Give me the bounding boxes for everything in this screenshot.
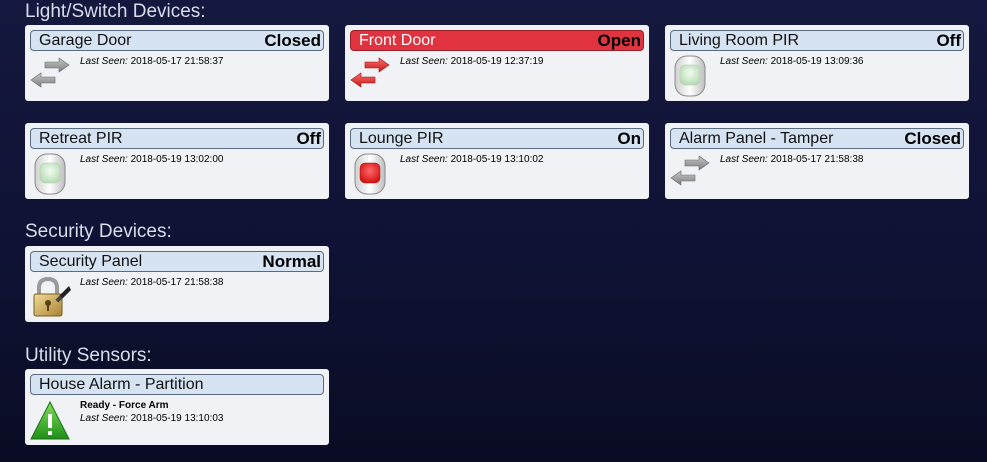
- card-header-alert: Front Door Open: [350, 30, 644, 51]
- pir-green-icon: [29, 153, 71, 195]
- last-seen: Last Seen: 2018-05-19 13:02:00: [80, 154, 224, 165]
- warning-triangle-icon: [29, 399, 71, 441]
- device-name: House Alarm - Partition: [39, 376, 204, 393]
- device-card-retreat-pir[interactable]: Retreat PIR Off Last Seen: 2018-05-19 13…: [25, 123, 329, 199]
- device-state: On: [617, 129, 641, 148]
- gray-arrows-icon: [29, 55, 71, 97]
- device-status: Ready - Force Arm: [80, 400, 169, 411]
- device-card-alarm-panel-tamper[interactable]: Alarm Panel - Tamper Closed Last Seen: 2…: [665, 123, 969, 199]
- last-seen-value: 2018-05-19 12:37:19: [450, 56, 544, 67]
- last-seen-value: 2018-05-19 13:02:00: [130, 154, 224, 165]
- padlock-icon: [29, 276, 71, 318]
- red-arrows-icon: [349, 55, 391, 97]
- card-header: Lounge PIR On: [350, 128, 644, 149]
- device-name: Alarm Panel - Tamper: [679, 130, 834, 147]
- last-seen: Last Seen: 2018-05-19 13:10:02: [400, 154, 544, 165]
- last-seen: Last Seen: 2018-05-19 13:09:36: [720, 56, 864, 67]
- device-card-front-door[interactable]: Front Door Open Last Seen: 2018-05-19 12…: [345, 25, 649, 101]
- card-header: Retreat PIR Off: [30, 128, 324, 149]
- last-seen-value: 2018-05-17 21:58:38: [130, 277, 224, 288]
- section-title-light-switch: Light/Switch Devices:: [25, 1, 206, 22]
- last-seen-value: 2018-05-19 13:10:02: [450, 154, 544, 165]
- last-seen: Last Seen: 2018-05-17 21:58:37: [80, 56, 224, 67]
- device-card-house-alarm-partition[interactable]: House Alarm - Partition Ready - Force Ar…: [25, 369, 329, 445]
- last-seen: Last Seen: 2018-05-19 12:37:19: [400, 56, 544, 67]
- device-state: Closed: [904, 129, 961, 148]
- device-name: Retreat PIR: [39, 130, 123, 147]
- last-seen: Last Seen: 2018-05-19 13:10:03: [80, 413, 224, 424]
- last-seen: Last Seen: 2018-05-17 21:58:38: [80, 277, 224, 288]
- section-title-security: Security Devices:: [25, 221, 172, 242]
- section-title-utility: Utility Sensors:: [25, 345, 152, 366]
- device-card-security-panel[interactable]: Security Panel Normal Last Seen: 2018-05…: [25, 246, 329, 322]
- device-name: Security Panel: [39, 253, 143, 270]
- device-card-lounge-pir[interactable]: Lounge PIR On Last Seen: 2018-05-19 13:1…: [345, 123, 649, 199]
- device-name: Lounge PIR: [359, 130, 444, 147]
- last-seen-value: 2018-05-17 21:58:38: [770, 154, 864, 165]
- card-header: Living Room PIR Off: [670, 30, 964, 51]
- last-seen-value: 2018-05-17 21:58:37: [130, 56, 224, 67]
- device-state: Off: [296, 129, 321, 148]
- last-seen-value: 2018-05-19 13:09:36: [770, 56, 864, 67]
- gray-arrows-icon: [669, 153, 711, 195]
- card-header: Alarm Panel - Tamper Closed: [670, 128, 964, 149]
- device-name: Garage Door: [39, 32, 132, 49]
- card-header: House Alarm - Partition: [30, 374, 324, 395]
- device-state: Open: [597, 31, 641, 50]
- device-state: Off: [936, 31, 961, 50]
- device-card-living-room-pir[interactable]: Living Room PIR Off Last Seen: 2018-05-1…: [665, 25, 969, 101]
- pir-red-icon: [349, 153, 391, 195]
- device-state: Closed: [264, 31, 321, 50]
- last-seen-value: 2018-05-19 13:10:03: [130, 413, 224, 424]
- card-header: Garage Door Closed: [30, 30, 324, 51]
- card-header: Security Panel Normal: [30, 251, 324, 272]
- device-name: Front Door: [359, 32, 436, 49]
- device-card-garage-door[interactable]: Garage Door Closed Last Seen: 2018-05-17…: [25, 25, 329, 101]
- device-name: Living Room PIR: [679, 32, 800, 49]
- device-state: Normal: [262, 252, 321, 271]
- pir-green-icon: [669, 55, 711, 97]
- last-seen: Last Seen: 2018-05-17 21:58:38: [720, 154, 864, 165]
